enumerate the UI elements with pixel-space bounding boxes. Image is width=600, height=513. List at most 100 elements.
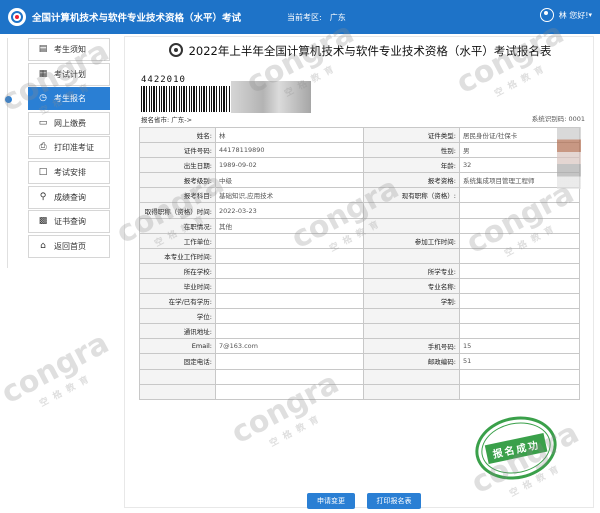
sidebar-item-payment[interactable]: ▭ 网上缴费 (28, 111, 110, 135)
field-value (215, 262, 364, 279)
sidebar-item-label: 打印准考证 (54, 143, 94, 153)
table-row: 取得职称（资格）时间: 2022-03-23 (139, 202, 580, 219)
table-row: 毕业时间: 专业名称: (139, 277, 580, 295)
field-label: 取得职称（资格）时间: (139, 202, 216, 219)
region-value: 广东 (329, 13, 346, 22)
printer-icon: ⎙ (39, 142, 47, 153)
table-row: 本专业工作时间: (139, 247, 580, 264)
app-title: 全国计算机技术与软件专业技术资格（水平）考试 (32, 13, 242, 24)
field-label: 证件类型: (363, 126, 460, 144)
field-label: 本专业工作时间: (139, 247, 216, 264)
user-icon (539, 8, 554, 22)
active-indicator (5, 96, 12, 104)
field-label (363, 308, 460, 325)
sidebar-item-label: 网上缴费 (54, 118, 86, 128)
field-label: 通讯地址: (139, 323, 216, 340)
field-label (363, 323, 460, 340)
field-value: 其他 (215, 217, 364, 234)
region-label: 当前考区: (287, 13, 322, 22)
monitor-icon: ▭ (38, 117, 48, 128)
field-value: 15 (459, 338, 580, 355)
field-value (459, 262, 580, 279)
table-row: 报考科目: 基础知识,应用技术 现有职称（资格）: (139, 187, 580, 204)
sidebar-item-register[interactable]: ◷ 考生报名 (5, 87, 110, 111)
sidebar-item-label: 考生报名 (54, 94, 86, 104)
sidebar-item-print-ticket[interactable]: ⎙ 打印准考证 (28, 136, 110, 160)
sidebar-item-home[interactable]: ⌂ 返回首页 (28, 234, 110, 258)
sidebar-item-certificate[interactable]: ▩ 证书查询 (28, 210, 110, 234)
field-label: 邮政编码: (363, 353, 460, 370)
sidebar-item-label: 返回首页 (54, 241, 86, 251)
sidebar-item-label: 证书查询 (54, 217, 86, 227)
field-value: 51 (459, 353, 580, 370)
field-label: 报考资格: (363, 172, 460, 189)
certificate-icon: ▩ (38, 216, 48, 227)
field-value (459, 217, 580, 234)
registration-info-table: 姓名: 林证件类型: 居民身份证/社保卡 证件号码: 44178119890 性别: 男出生… (139, 126, 580, 400)
stamp-text: 报名成功 (484, 432, 548, 464)
form-title: 2022年上半年全国计算机技术与软件专业技术资格（水平）考试报名表 (125, 43, 595, 59)
field-label: 性别: (363, 142, 460, 159)
field-value: 林 (215, 126, 364, 144)
barcode-icon (141, 86, 231, 112)
field-value (215, 323, 364, 340)
registration-form-panel: 2022年上半年全国计算机技术与软件专业技术资格（水平）考试报名表 442201… (124, 36, 595, 509)
field-label: 姓名: (139, 126, 216, 144)
table-row: 证件号码: 44178119890 性别: 男 (139, 142, 580, 159)
field-value (459, 368, 580, 385)
exam-emblem-icon (168, 43, 183, 57)
table-row: Email: 7@163.com 手机号码: 15 (139, 338, 580, 355)
field-label: 所在学校: (139, 262, 216, 279)
field-value (215, 232, 364, 249)
field-value (215, 247, 364, 264)
field-value (459, 187, 580, 204)
calendar-icon: ▦ (38, 68, 48, 79)
sidebar-item-plan[interactable]: ▦ 考试计划 (28, 62, 110, 86)
user-menu[interactable]: 林 您好! ▾ (539, 8, 592, 22)
form-title-text: 2022年上半年全国计算机技术与软件专业技术资格（水平）考试报名表 (188, 44, 552, 58)
table-row: 报考级别: 中级 报考资格: 系统集成项目管理工程师 (139, 172, 580, 189)
sidebar-item-score[interactable]: ⚲ 成绩查询 (28, 185, 110, 209)
chevron-down-icon[interactable]: ▾ (588, 11, 592, 19)
logo-icon (8, 8, 26, 26)
field-label (363, 383, 460, 400)
table-row (139, 368, 580, 385)
field-label: 学制: (363, 293, 460, 310)
print-form-button[interactable]: 打印报名表 (367, 493, 421, 509)
user-greeting: 林 您好! (558, 10, 589, 20)
field-label: 参加工作时间: (363, 232, 460, 249)
table-row: 在职情况: 其他 (139, 217, 580, 234)
apply-change-button[interactable]: 申请变更 (307, 493, 355, 509)
field-value (215, 368, 364, 385)
clock-icon: ◷ (39, 93, 47, 104)
table-row: 在学/已有学历: 学制: (139, 293, 580, 310)
field-label: 手机号码: (363, 338, 460, 355)
sidebar-item-label: 考试安排 (54, 167, 86, 177)
table-row: 出生日期: 1989-09-02 年龄: 32 (139, 157, 580, 174)
field-value (459, 232, 580, 249)
table-row: 工作单位: 参加工作时间: (139, 232, 580, 249)
chat-icon: □ (38, 166, 48, 177)
field-label: 学位: (139, 308, 216, 325)
field-label (363, 247, 460, 264)
table-row: 固定电话: 邮政编码: 51 (139, 353, 580, 370)
applicant-photo (557, 127, 581, 189)
field-value (459, 202, 580, 219)
field-value: 基础知识,应用技术 (215, 187, 364, 204)
field-label (363, 202, 460, 219)
field-label: 工作单位: (139, 232, 216, 249)
sidebar-item-schedule[interactable]: □ 考试安排 (28, 160, 110, 184)
field-value: 中级 (215, 172, 364, 189)
field-value (215, 308, 364, 325)
field-value (215, 383, 364, 400)
field-value (459, 383, 580, 400)
document-icon: ▤ (38, 44, 48, 54)
sidebar: ▤ 考生须知 ▦ 考试计划 ◷ 考生报名 ▭ 网上缴费 ⎙ 打印准考证 □ 考试… (5, 38, 110, 259)
table-row: 通讯地址: (139, 323, 580, 340)
redacted-block (231, 81, 311, 113)
field-label: 所学专业: (363, 262, 460, 279)
field-value (459, 277, 580, 295)
sidebar-item-notice[interactable]: ▤ 考生须知 (28, 38, 110, 61)
field-value: 2022-03-23 (215, 202, 364, 219)
field-label: 固定电话: (139, 353, 216, 370)
